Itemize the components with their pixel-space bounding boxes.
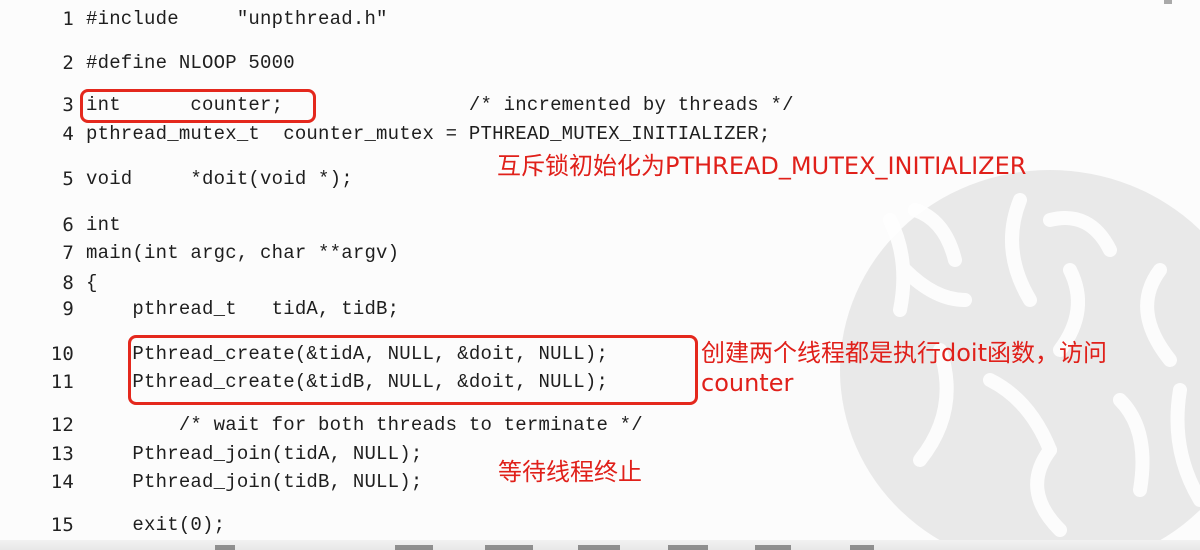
line-number: 14 bbox=[50, 471, 74, 493]
code-line: 8{ bbox=[0, 270, 1200, 296]
next-text-fragment bbox=[850, 545, 874, 550]
page-edge-mark bbox=[1164, 0, 1172, 4]
next-text-fragment bbox=[395, 545, 433, 550]
code-line: 4 pthread_mutex_t counter_mutex = PTHREAD… bbox=[0, 121, 1200, 147]
line-number: 1 bbox=[62, 8, 74, 30]
next-text-fragment bbox=[578, 545, 620, 550]
code-text: /* wait for both threads to terminate */ bbox=[86, 414, 643, 436]
line-number: 7 bbox=[62, 242, 74, 264]
code-line: 1 #include "unpthread.h" bbox=[0, 6, 1200, 32]
code-text: #include "unpthread.h" bbox=[86, 8, 388, 30]
code-line: 15 exit(0); bbox=[0, 512, 1200, 538]
code-line: 6 int bbox=[0, 212, 1200, 238]
next-text-fragment bbox=[668, 545, 708, 550]
code-text: exit(0); bbox=[86, 514, 226, 536]
line-number: 13 bbox=[50, 443, 74, 465]
code-text: main(int argc, char **argv) bbox=[86, 242, 400, 264]
line-number: 10 bbox=[50, 343, 74, 365]
code-line: 12 /* wait for both threads to terminate… bbox=[0, 412, 1200, 438]
code-text: void *doit(void *); bbox=[86, 168, 353, 190]
code-page: 1 #include "unpthread.h" 2 #define NLOOP 50… bbox=[0, 0, 1200, 550]
code-text: pthread_mutex_t counter_mutex = PTHREAD_… bbox=[86, 123, 771, 145]
code-line: 9 pthread_t tidA, tidB; bbox=[0, 296, 1200, 322]
code-text: Pthread_join(tidA, NULL); bbox=[86, 443, 423, 465]
line-number: 6 bbox=[62, 214, 74, 236]
line-number: 3 bbox=[62, 94, 74, 116]
next-text-fragment bbox=[755, 545, 791, 550]
code-text: int bbox=[86, 214, 121, 236]
next-text-fragment bbox=[215, 545, 235, 550]
line-number: 5 bbox=[62, 168, 74, 190]
line-number: 2 bbox=[62, 52, 74, 74]
code-text: { bbox=[86, 272, 98, 294]
code-text: Pthread_join(tidB, NULL); bbox=[86, 471, 423, 493]
create-threads-annotation-line2: counter bbox=[701, 369, 794, 397]
code-line: 7 main(int argc, char **argv) bbox=[0, 240, 1200, 266]
wait-threads-annotation: 等待线程终止 bbox=[498, 458, 642, 486]
line-number: 15 bbox=[50, 514, 74, 536]
line-number: 11 bbox=[50, 371, 74, 393]
line-number: 4 bbox=[62, 123, 74, 145]
code-text: pthread_t tidA, tidB; bbox=[86, 298, 400, 320]
code-line: 2 #define NLOOP 5000 bbox=[0, 50, 1200, 76]
create-threads-annotation-line1: 创建两个线程都是执行doit函数，访问 bbox=[701, 339, 1107, 367]
line-number: 8 bbox=[62, 272, 74, 294]
code-text: #define NLOOP 5000 bbox=[86, 52, 295, 74]
counter-highlight-box bbox=[80, 89, 316, 123]
pthread-create-highlight-box bbox=[128, 335, 698, 405]
next-text-fragment bbox=[485, 545, 533, 550]
line-number: 9 bbox=[62, 298, 74, 320]
mutex-init-annotation: 互斥锁初始化为PTHREAD_MUTEX_INITIALIZER bbox=[497, 152, 1027, 180]
line-number: 12 bbox=[50, 414, 74, 436]
